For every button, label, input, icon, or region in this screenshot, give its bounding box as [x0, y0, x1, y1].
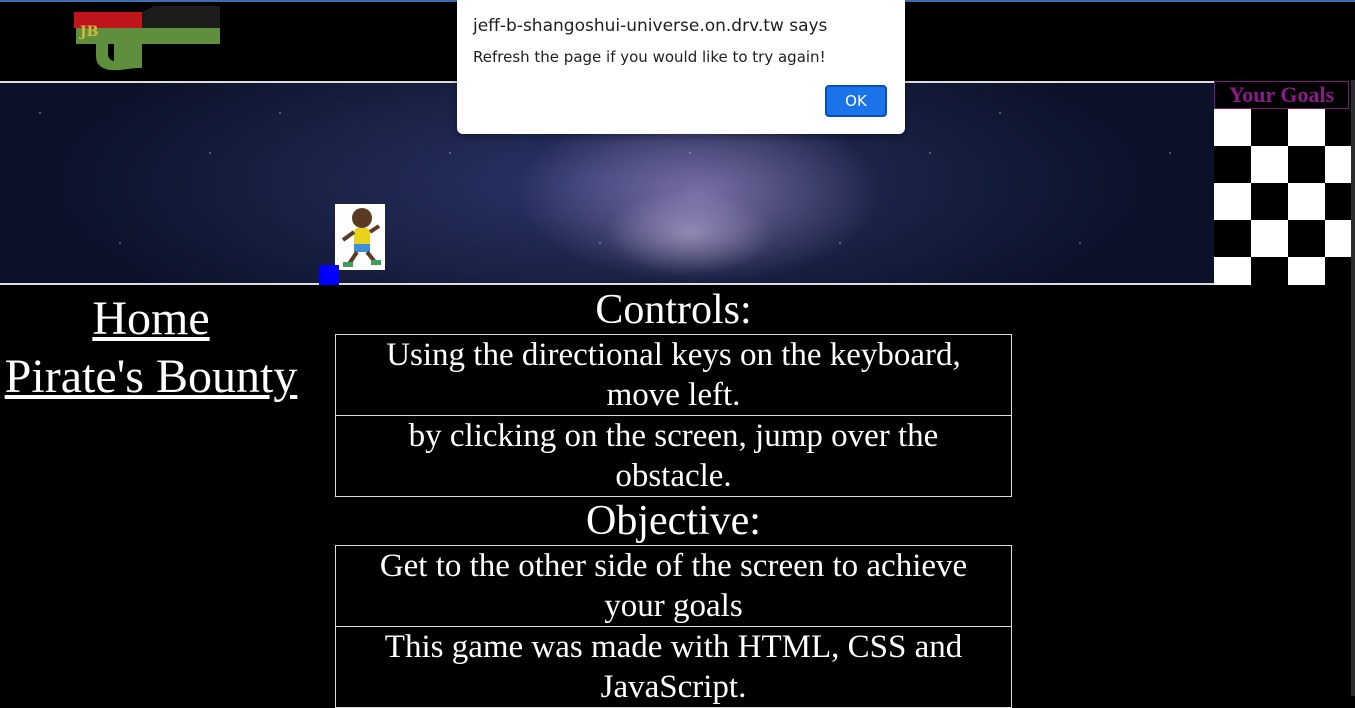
instructions-panel: Controls: Using the directional keys on … — [335, 286, 1012, 708]
objective-row-2: This game was made with HTML, CSS and Ja… — [335, 626, 1012, 708]
obstacle-block — [319, 265, 339, 285]
controls-table: Using the directional keys on the keyboa… — [335, 334, 1012, 497]
jb-logo-icon[interactable]: JB — [74, 6, 220, 72]
finish-flag-checkerboard — [1214, 109, 1351, 285]
table-row: Using the directional keys on the keyboa… — [335, 334, 1012, 416]
svg-text:JB: JB — [78, 24, 99, 40]
scrollbar[interactable] — [1351, 80, 1355, 696]
table-row: Get to the other side of the screen to a… — [335, 545, 1012, 627]
dialog-title: jeff-b-shangoshui-universe.on.drv.tw say… — [473, 16, 828, 36]
dialog-message: Refresh the page if you would like to tr… — [473, 48, 826, 66]
controls-row-2: by clicking on the screen, jump over the… — [335, 415, 1012, 497]
table-row: This game was made with HTML, CSS and Ja… — [335, 626, 1012, 708]
nav-link-home[interactable]: Home — [0, 290, 302, 348]
game-divider — [0, 283, 1214, 285]
site-nav: Home Pirate's Bounty — [0, 290, 302, 406]
goals-title: Your Goals — [1214, 81, 1349, 109]
player-character-icon — [335, 204, 385, 270]
objective-row-1: Get to the other side of the screen to a… — [335, 545, 1012, 627]
controls-heading: Controls: — [595, 287, 752, 333]
nav-link-pirates-bounty[interactable]: Pirate's Bounty — [0, 348, 302, 406]
ok-button[interactable]: OK — [825, 85, 887, 117]
objective-heading: Objective: — [586, 498, 761, 544]
controls-row-1: Using the directional keys on the keyboa… — [335, 334, 1012, 416]
table-row: by clicking on the screen, jump over the… — [335, 415, 1012, 497]
alert-dialog: jeff-b-shangoshui-universe.on.drv.tw say… — [457, 0, 905, 134]
objective-table: Get to the other side of the screen to a… — [335, 545, 1012, 708]
